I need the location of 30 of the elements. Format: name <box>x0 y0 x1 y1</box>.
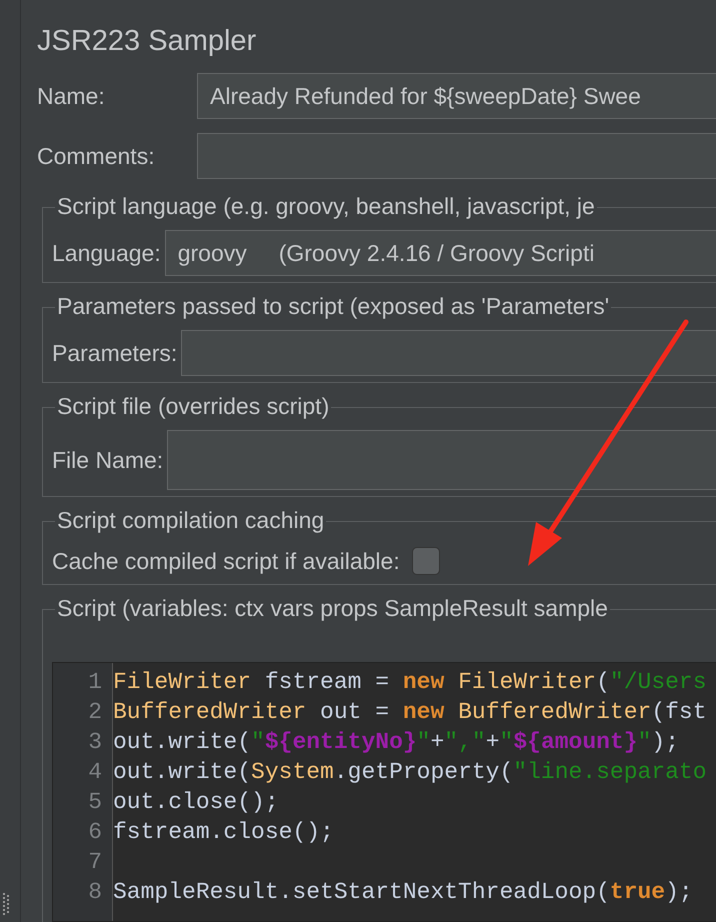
language-dropdown[interactable]: groovy (Groovy 2.4.16 / Groovy Scripti <box>164 230 716 276</box>
panel-title: JSR223 Sampler <box>37 24 258 59</box>
code-line: out.close(); <box>113 789 279 816</box>
field-label: Language: <box>52 238 161 268</box>
code-line: fstream.close(); <box>113 819 334 846</box>
checkbox-label: Cache compiled script if available: <box>52 546 400 576</box>
line-number: 3 <box>88 729 102 756</box>
line-number: 7 <box>88 849 102 876</box>
line-number: 8 <box>88 879 102 906</box>
code-line: FileWriter fstream = new FileWriter("/Users <box>113 669 707 696</box>
line-number: 2 <box>88 699 102 726</box>
field-label: Name: <box>37 82 105 109</box>
field-label: Comments: <box>37 142 155 169</box>
checkbox[interactable] <box>412 547 440 576</box>
grip-icon[interactable] <box>2 892 12 916</box>
line-number: 5 <box>88 789 102 816</box>
code-line: out.write("${entityNo}"+","+"${amount}"); <box>113 729 679 756</box>
code-line: out.write(System.getProperty("line.separato <box>113 759 707 786</box>
file-name-field[interactable] <box>167 430 716 490</box>
line-number: 6 <box>88 819 102 846</box>
field-label: File Name: <box>52 446 164 475</box>
field-label: Parameters: <box>52 338 178 368</box>
line-number: 4 <box>88 759 102 786</box>
parameters-field[interactable] <box>181 330 716 376</box>
name-field[interactable]: Already Refunded for ${sweepDate} Swee <box>197 72 716 119</box>
line-number: 1 <box>88 669 102 696</box>
code-line: SampleResult.setStartNextThreadLoop(true); <box>113 879 693 906</box>
code-line: BufferedWriter out = new BufferedWriter(fst <box>113 699 707 726</box>
code-editor[interactable] <box>52 662 716 922</box>
comments-field[interactable] <box>197 132 716 179</box>
